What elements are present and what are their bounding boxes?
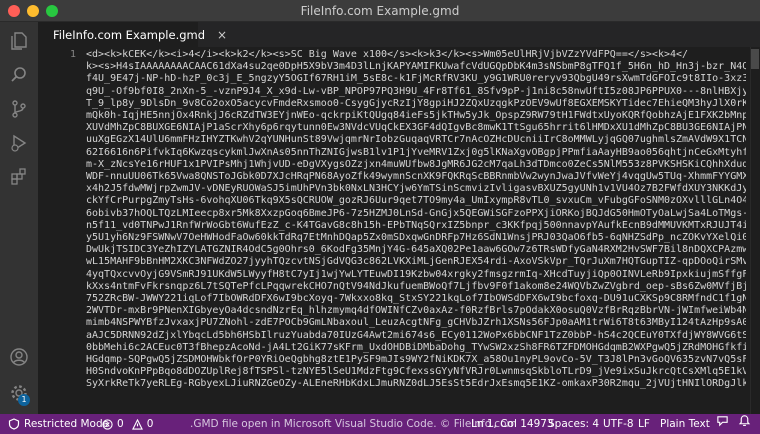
code-line: k><s>H4sIAAAAAAAACAAC61dXa4su2qe0DpH5X9b… bbox=[86, 61, 746, 73]
code-line: f4U_9E47j-NP-hD-hzP_0c3j_E_5ngzyY5OGIf67… bbox=[86, 73, 746, 85]
code-line: 752ZRcBW-JWWY221iqLof7IbOWRdDFX6wI9bcXoy… bbox=[86, 293, 746, 305]
code-line: H0SndvoKnPPpBqo8dDOZUplRej8fTSPSl-tzNYE5… bbox=[86, 366, 746, 378]
title-bar: FileInfo.com Example.gmd bbox=[0, 0, 760, 22]
code-line: wL15MAHF9bBnHM2XKC3NFWdZO27jyyhTQzcvtNSj… bbox=[86, 256, 746, 268]
line-numbers: 1 bbox=[38, 49, 76, 61]
code-line: 4yqTQxcvvOyjG9VSmRJ91UKdW5LWyyfH8tC7yIj1… bbox=[86, 268, 746, 280]
activity-bar: 1 bbox=[0, 22, 38, 414]
editor-area[interactable]: 1 <d><k>kCEK</k><i>4</i><k>k2</k><s>SC B… bbox=[38, 47, 760, 414]
code-line: SyXrkReTk7yeRLEg-RGbyexLJiuRNZGeOZy-ALEn… bbox=[86, 378, 746, 390]
tab-close-icon[interactable]: × bbox=[217, 29, 227, 41]
error-icon bbox=[102, 418, 113, 430]
code-line: HGdqmp-SQPgwQ5jZSDMOHWbkfOrP0YRiOeQgbhg8… bbox=[86, 354, 746, 366]
source-control-icon[interactable] bbox=[0, 92, 38, 126]
error-count: 0 bbox=[117, 418, 124, 430]
code-line: ckYfCrPurpgZmyTsHs-6vohqXU06Tkq9X5sQCRUO… bbox=[86, 195, 746, 207]
code-content[interactable]: <d><k>kCEK</k><i>4</i><k>k2</k><s>SC Big… bbox=[86, 49, 746, 391]
status-message: .GMD file open in Microsoft Visual Studi… bbox=[190, 418, 517, 430]
vertical-scrollbar[interactable] bbox=[750, 47, 760, 414]
code-line: 0bbMehi6c2ACEuc0T3fBhepzAcoNd-jA4Lt2GiK7… bbox=[86, 341, 746, 353]
tab-label: FileInfo.com Example.gmd bbox=[53, 28, 206, 42]
code-line: uuXgEGzX14UlU6mmFHzIHYZTKwhV2qYUNHunSt89… bbox=[86, 134, 746, 146]
account-icon[interactable] bbox=[0, 340, 38, 374]
code-line: x4h2J5fdwMWjrpZwmJV-vDNEyRUOWaSJ5imUhPVn… bbox=[86, 183, 746, 195]
code-line: mimb4NSPWYBfzJvxaxjPU7ZNohl-zdE7POCb9GmL… bbox=[86, 317, 746, 329]
status-bar: Restricted Mode 0 0 .GMD file open in Mi… bbox=[0, 414, 760, 434]
code-line: aAJC5DRNN92dZjxlYbqcLd5bh6HSbIlruzYuabda… bbox=[86, 329, 746, 341]
warning-icon bbox=[131, 418, 143, 430]
manage-gear-icon[interactable]: 1 bbox=[0, 376, 38, 410]
line-number: 1 bbox=[69, 49, 76, 60]
code-line: 6obivb37hOQLTQzLMIeecp8xr5Mk8XxzpGoq6Bme… bbox=[86, 207, 746, 219]
restricted-mode-label: Restricted Mode bbox=[24, 418, 110, 430]
extensions-icon[interactable] bbox=[0, 160, 38, 194]
explorer-icon[interactable] bbox=[0, 24, 38, 58]
code-line: n5f11_vd0TNPwJ1RnfWrWoGbt6WufEzZ_c-K4TGa… bbox=[86, 219, 746, 231]
run-debug-icon[interactable] bbox=[0, 126, 38, 160]
code-line: 2WVTDr-mxBr9PNenXIGbyeyOa4dcsndNzrEq_hlh… bbox=[86, 305, 746, 317]
feedback-icon[interactable] bbox=[716, 414, 729, 427]
cursor-position[interactable]: Ln 1, Col 14973 bbox=[471, 414, 554, 434]
code-line: mQk0h-IqjHE5nnjOx4RnkjJ6cRZdTW3EYjnWEo-q… bbox=[86, 110, 746, 122]
code-line: 62I6616n6PifvkIq6KwzqscykmlJwXnAs05nnThZ… bbox=[86, 146, 746, 158]
code-line: m-X_zNcsYe16rHUF1x1PVIPsMhj1WhjvUD-eDgVX… bbox=[86, 158, 746, 170]
code-line: WDF-nnuUU06Tk65Vwa8QNSToJGbk0D7XJcHRqPN6… bbox=[86, 171, 746, 183]
code-line: <d><k>kCEK</k><i>4</i><k>k2</k><s>SC Big… bbox=[86, 49, 689, 60]
restricted-mode-indicator[interactable]: Restricted Mode bbox=[0, 414, 118, 434]
window-title: FileInfo.com Example.gmd bbox=[300, 4, 460, 18]
manage-badge: 1 bbox=[18, 394, 30, 406]
indentation-setting[interactable]: Spaces: 4 bbox=[548, 414, 599, 434]
code-line: q9U_-Of9bf0I8_2nXn-5_-vznP9J4_X_x9d-Lw-v… bbox=[86, 85, 746, 97]
notifications-bell-icon[interactable] bbox=[738, 414, 751, 427]
eol-setting[interactable]: LF bbox=[638, 414, 650, 434]
encoding-setting[interactable]: UTF-8 bbox=[603, 414, 634, 434]
code-line: T_9_lp8y_9DlsDn_9v8Co2oxO5acycvFmdeRxsmo… bbox=[86, 97, 746, 109]
search-icon[interactable] bbox=[0, 58, 38, 92]
code-line: y5U1yh6Nz9FSWNwV7OeHWHodFaOw60kkTdRq7EtM… bbox=[86, 232, 746, 244]
language-mode[interactable]: Plain Text bbox=[660, 414, 710, 434]
warning-count: 0 bbox=[146, 418, 154, 430]
shield-icon bbox=[8, 418, 20, 430]
scrollbar-thumb[interactable] bbox=[751, 49, 759, 69]
code-line: XUVdMhZpC8BUXGE6NIAjP1aScrXhy6p6rqytunn0… bbox=[86, 122, 746, 134]
editor-tab[interactable]: FileInfo.com Example.gmd × bbox=[38, 22, 227, 47]
code-line: DwUkjTSIDC3YeZhIZYLATGZNIR4OdC5g0Ohrs0_6… bbox=[86, 244, 746, 256]
code-line: kXxs4ntmFvFkrsnqpz6L7tSQTePfcLPqqwrekCHO… bbox=[86, 280, 746, 292]
problems-indicator[interactable]: 0 0 bbox=[102, 414, 153, 434]
tab-bar: FileInfo.com Example.gmd × bbox=[38, 22, 760, 47]
